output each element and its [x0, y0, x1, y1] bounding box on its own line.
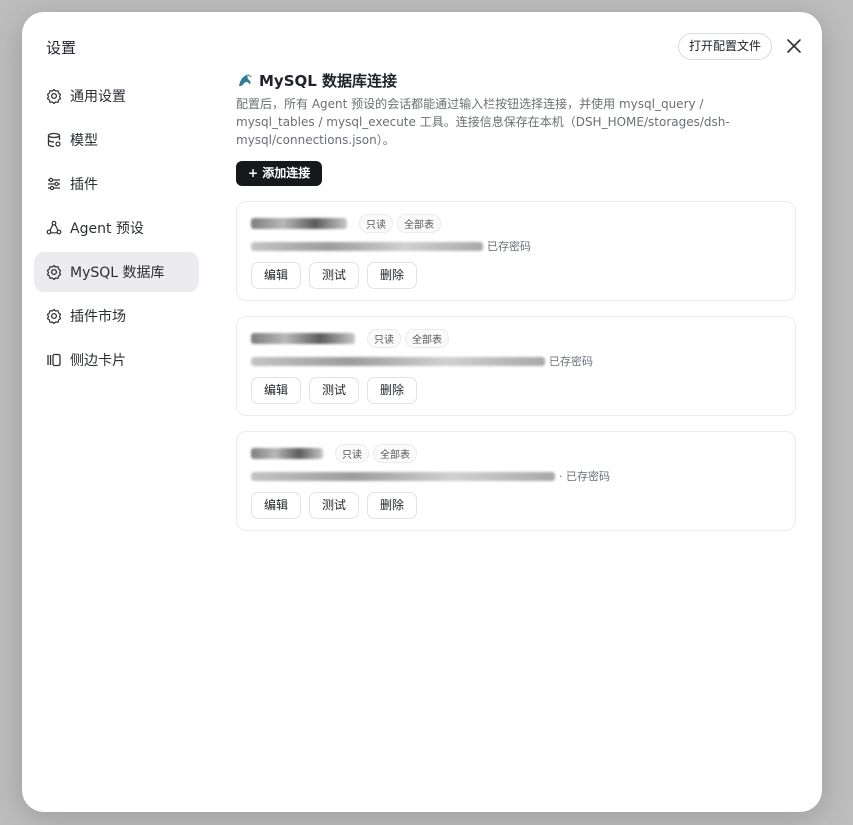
sidebar-item-general[interactable]: 通用设置	[34, 76, 199, 116]
connection-host-redacted	[251, 356, 545, 366]
mysql-dolphin-icon	[239, 73, 252, 86]
delete-button[interactable]: 删除	[367, 492, 418, 519]
edit-button[interactable]: 编辑	[251, 377, 302, 404]
sidebar-item-mysql[interactable]: MySQL 数据库	[34, 252, 199, 292]
connection-name-redacted	[251, 447, 323, 459]
sidebar-item-models[interactable]: 模型	[34, 120, 199, 160]
sidebar-item-agent-presets[interactable]: Agent 预设	[34, 208, 199, 248]
sidebar-item-label: 侧边卡片	[70, 353, 126, 369]
password-status: · 已存密码	[559, 470, 610, 483]
delete-button[interactable]: 删除	[367, 377, 418, 404]
tables-tag: 全部表	[397, 213, 441, 233]
agent-icon	[46, 220, 62, 235]
connection-card: 只读 全部表 已存密码 编辑 测试 删除	[236, 316, 796, 416]
tables-tag: 全部表	[405, 328, 449, 348]
connection-name-redacted	[251, 217, 347, 229]
test-button[interactable]: 测试	[309, 492, 360, 519]
sidebar-item-plugin-market[interactable]: 插件市场	[34, 296, 199, 336]
connection-host-redacted	[251, 241, 483, 251]
sidebar-item-label: MySQL 数据库	[70, 265, 165, 281]
password-status: 已存密码	[487, 240, 531, 253]
readonly-tag: 只读	[335, 443, 369, 463]
open-config-button[interactable]: 打开配置文件	[678, 33, 773, 60]
connection-host-redacted	[251, 471, 555, 481]
sidebar-item-label: 通用设置	[70, 89, 126, 105]
gear-icon	[46, 88, 62, 104]
sliders-icon	[48, 177, 60, 191]
settings-modal: 设置 打开配置文件 通用设置 模型 插件 Agent 预设 MySQL 数据库	[22, 12, 822, 812]
edit-button[interactable]: 编辑	[251, 262, 302, 289]
tables-tag: 全部表	[373, 443, 417, 463]
gear-icon	[46, 308, 62, 324]
panel-description: 配置后，所有 Agent 预设的会话都能通过输入栏按钮选择连接，并使用 mysq…	[236, 97, 730, 147]
modal-title: 设置	[46, 39, 77, 57]
sidebar-item-label: 插件市场	[70, 309, 126, 325]
edit-button[interactable]: 编辑	[251, 492, 302, 519]
connection-card: 只读 全部表 · 已存密码 编辑 测试 删除	[236, 431, 796, 531]
test-button[interactable]: 测试	[309, 377, 360, 404]
database-icon	[47, 132, 61, 148]
sidebar-item-side-cards[interactable]: 侧边卡片	[34, 340, 199, 380]
gear-icon	[46, 264, 62, 280]
readonly-tag: 只读	[359, 213, 393, 233]
cards-icon	[47, 353, 61, 367]
close-icon	[787, 39, 801, 53]
sidebar-item-label: 模型	[70, 133, 98, 149]
readonly-tag: 只读	[367, 328, 401, 348]
sidebar-item-label: Agent 预设	[70, 221, 144, 237]
panel-title: MySQL 数据库连接	[259, 72, 398, 90]
connection-card: 只读 全部表 已存密码 编辑 测试 删除	[236, 201, 796, 301]
sidebar-item-plugins[interactable]: 插件	[34, 164, 199, 204]
test-button[interactable]: 测试	[309, 262, 360, 289]
mysql-settings-panel: MySQL 数据库连接 配置后，所有 Agent 预设的会话都能通过输入栏按钮选…	[236, 70, 796, 531]
settings-sidebar: 通用设置 模型 插件 Agent 预设 MySQL 数据库 插件市场 侧边卡片	[34, 76, 199, 384]
close-button[interactable]	[784, 36, 804, 56]
connection-name-redacted	[251, 332, 355, 344]
add-connection-button[interactable]: + 添加连接	[236, 161, 323, 186]
delete-button[interactable]: 删除	[367, 262, 418, 289]
panel-heading: MySQL 数据库连接	[236, 70, 796, 91]
sidebar-item-label: 插件	[70, 177, 98, 193]
password-status: 已存密码	[549, 355, 593, 368]
